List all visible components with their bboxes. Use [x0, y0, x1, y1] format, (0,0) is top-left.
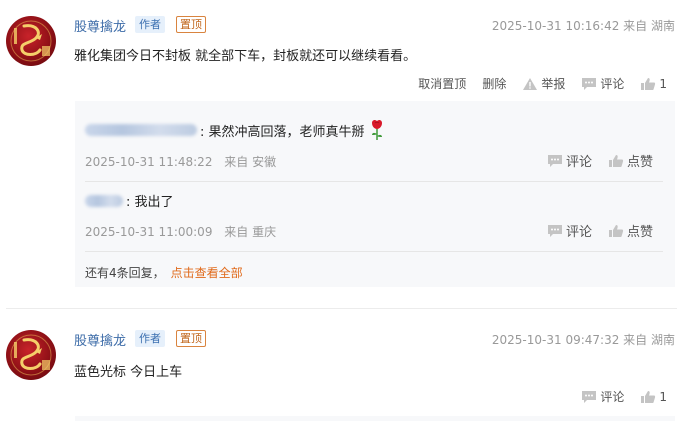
- author-badge: 作者: [135, 330, 165, 347]
- reply-meta: 2025-10-31 11:48:22 来自 安徽: [85, 153, 276, 170]
- comment-post: 股尊擒龙 作者 置顶 2025-10-31 09:47:32 来自 湖南 蓝色光…: [0, 318, 683, 421]
- avatar[interactable]: [6, 330, 56, 380]
- reply-list: : 果然冲高回落，老师真牛掰 2025-10-31 11:48:22 来自 安徽…: [75, 101, 675, 287]
- thumbs-up-icon: [608, 224, 624, 237]
- comment-post: 股尊擒龙 作者 置顶 2025-10-31 10:16:42 来自 湖南 雅化集…: [0, 0, 683, 306]
- reply-username-blurred[interactable]: [85, 194, 123, 207]
- report-button[interactable]: 举报: [522, 75, 565, 92]
- post-location: 来自 湖南: [623, 333, 675, 347]
- avatar[interactable]: [6, 16, 56, 66]
- thumbs-up-icon: [641, 77, 656, 90]
- post-actions: 评论 1: [581, 388, 667, 405]
- pinned-badge: 置顶: [176, 330, 206, 347]
- reply-actions: 评论 点赞: [547, 221, 653, 240]
- reply-item: : 果然冲高回落，老师真牛掰 2025-10-31 11:48:22 来自 安徽…: [85, 119, 663, 182]
- comment-button[interactable]: 评论: [581, 75, 624, 92]
- reply-text: : 果然冲高回落，老师真牛掰: [200, 124, 365, 140]
- reply-comment-label: 评论: [565, 155, 592, 170]
- author-badge: 作者: [135, 16, 165, 33]
- post-location: 来自 湖南: [623, 19, 675, 33]
- post-meta: 2025-10-31 09:47:32 来自 湖南: [492, 331, 675, 348]
- username[interactable]: 股尊擒龙: [74, 330, 126, 349]
- reply-comment-label: 评论: [565, 225, 592, 240]
- post-time: 2025-10-31 09:47:32: [491, 333, 620, 347]
- post-divider: [6, 308, 677, 309]
- warning-icon: [523, 77, 538, 90]
- reply-line: : 我出了: [85, 191, 174, 210]
- reply-meta: 2025-10-31 11:00:09 来自 重庆: [85, 223, 276, 240]
- post-meta: 2025-10-31 10:16:42 来自 湖南: [492, 17, 675, 34]
- pinned-badge: 置顶: [176, 16, 206, 33]
- reply-line: : 果然冲高回落，老师真牛掰: [85, 119, 385, 141]
- reply-time: 2025-10-31 11:00:09: [85, 225, 213, 239]
- reply-item: : 我出了 2025-10-31 11:00:09 来自 重庆 评论 点赞: [85, 191, 663, 252]
- reply-list: [75, 416, 675, 421]
- thumbs-up-icon: [641, 390, 656, 403]
- view-all-replies-link[interactable]: 点击查看全部: [171, 266, 243, 280]
- reply-actions: 评论 点赞: [547, 151, 653, 170]
- delete-button[interactable]: 删除: [482, 75, 506, 92]
- reply-text: : 我出了: [126, 195, 174, 210]
- post-content: 雅化集团今日不封板 就全部下车，封板就还可以继续看看。: [74, 49, 417, 64]
- reply-like-label: 点赞: [626, 155, 653, 170]
- reply-like-label: 点赞: [626, 225, 653, 240]
- reply-location: 来自 安徽: [224, 155, 277, 169]
- more-replies-count: 还有4条回复，: [85, 266, 165, 280]
- comment-icon: [582, 390, 597, 403]
- post-content: 蓝色光标 今日上车: [74, 365, 183, 380]
- post-time: 2025-10-31 10:16:42: [491, 19, 620, 33]
- comment-label: 评论: [600, 390, 625, 404]
- like-button[interactable]: 1: [640, 77, 667, 91]
- reply-location: 来自 重庆: [224, 225, 277, 239]
- like-count: 1: [659, 76, 667, 91]
- comment-label: 评论: [600, 77, 625, 91]
- post-actions: 取消置顶 删除 举报 评论 1: [418, 75, 667, 92]
- like-count: 1: [659, 389, 667, 404]
- reply-comment-button[interactable]: 评论: [547, 221, 592, 240]
- thumbs-up-icon: [608, 154, 624, 167]
- reply-comment-button[interactable]: 评论: [547, 151, 592, 170]
- unpin-button[interactable]: 取消置顶: [418, 75, 466, 92]
- more-replies: 还有4条回复， 点击查看全部: [85, 264, 243, 281]
- report-label: 举报: [541, 77, 566, 91]
- like-button[interactable]: 1: [640, 390, 667, 404]
- reply-time: 2025-10-31 11:48:22: [85, 155, 213, 169]
- comment-button[interactable]: 评论: [581, 388, 624, 405]
- reply-like-button[interactable]: 点赞: [608, 221, 653, 240]
- reply-username-blurred[interactable]: [85, 124, 197, 136]
- comment-icon: [547, 154, 562, 167]
- comment-icon: [547, 224, 562, 237]
- rose-icon: [371, 119, 382, 140]
- comment-icon: [582, 77, 597, 90]
- username[interactable]: 股尊擒龙: [74, 16, 126, 35]
- reply-like-button[interactable]: 点赞: [608, 151, 653, 170]
